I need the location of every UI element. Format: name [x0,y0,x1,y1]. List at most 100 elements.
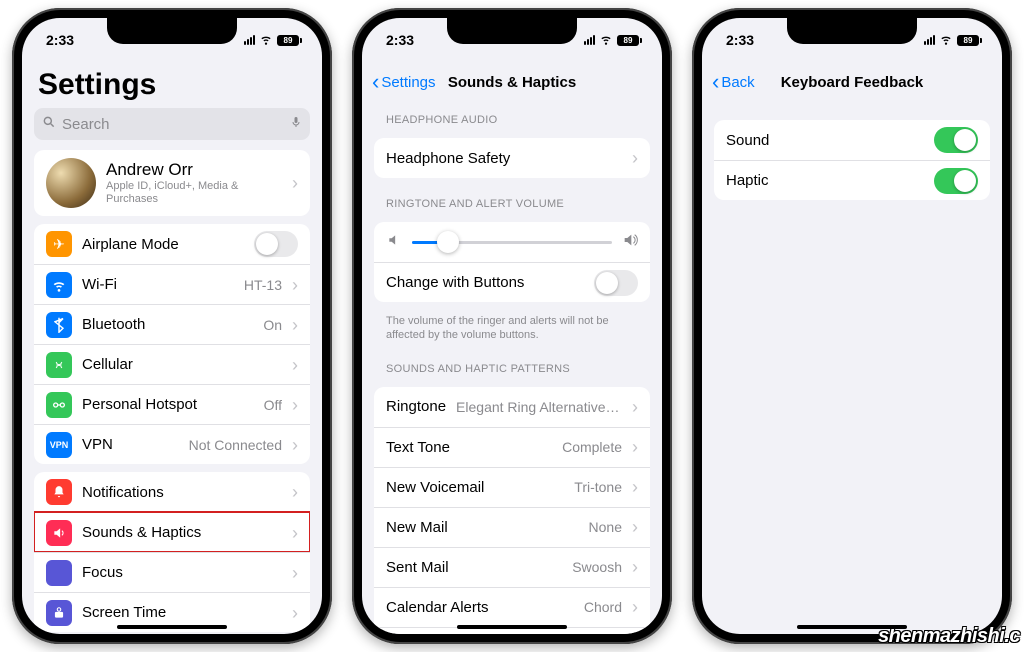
apple-id-row[interactable]: Andrew Orr Apple ID, iCloud+, Media & Pu… [34,150,310,216]
home-indicator[interactable] [117,625,227,629]
battery-icon: 89 [277,35,302,46]
voicemail-value: Tri-tone [494,479,622,495]
sentmail-value: Swoosh [459,559,622,575]
mic-icon[interactable] [290,114,302,134]
chevron-left-icon: ‹ [712,71,719,93]
haptic-toggle[interactable] [934,168,978,194]
row-bluetooth[interactable]: Bluetooth On › [34,304,310,344]
profile-sub: Apple ID, iCloud+, Media & Purchases [106,180,282,206]
row-focus[interactable]: Focus › [34,552,310,592]
ringtone-label: Ringtone [386,398,446,415]
sounds-label: Sounds & Haptics [82,524,201,541]
chevron-right-icon: › [292,483,298,501]
volume-low-icon [386,233,402,251]
row-haptic[interactable]: Haptic [714,160,990,200]
chevron-left-icon: ‹ [372,71,379,93]
cellular-label: Cellular [82,356,133,373]
wifi-settings-icon [46,272,72,298]
cellular-icon [46,352,72,378]
signal-icon [244,35,255,45]
bluetooth-icon [46,312,72,338]
newmail-label: New Mail [386,519,448,536]
voicemail-label: New Voicemail [386,479,484,496]
volume-slider[interactable] [412,241,612,244]
focus-label: Focus [82,564,123,581]
home-indicator[interactable] [797,625,907,629]
back-button[interactable]: ‹ Back [712,71,755,93]
chevron-right-icon: › [292,436,298,454]
chevron-right-icon: › [292,276,298,294]
chevron-right-icon: › [292,604,298,622]
row-text-tone[interactable]: Text Tone Complete › [374,427,650,467]
wifi-icon [259,32,273,49]
row-sounds-haptics[interactable]: Sounds & Haptics › [34,512,310,552]
search-icon [42,115,56,133]
hotspot-label: Personal Hotspot [82,396,197,413]
sounds-icon [46,520,72,546]
calendar-value: Chord [499,599,622,615]
hotspot-value: Off [207,397,282,413]
header-ringtone-volume: RINGTONE AND ALERT VOLUME [362,186,662,214]
haptic-label: Haptic [726,172,769,189]
row-ringtone[interactable]: Ringtone Elegant Ring Alternative / Cle…… [374,387,650,427]
headphone-safety-label: Headphone Safety [386,150,510,167]
chevron-right-icon: › [292,356,298,374]
battery-icon: 89 [617,35,642,46]
row-new-voicemail[interactable]: New Voicemail Tri-tone › [374,467,650,507]
row-airplane-mode[interactable]: ✈ Airplane Mode [34,224,310,264]
row-sent-mail[interactable]: Sent Mail Swoosh › [374,547,650,587]
volume-slider-row[interactable] [374,222,650,262]
row-notifications[interactable]: Notifications › [34,472,310,512]
row-new-mail[interactable]: New Mail None › [374,507,650,547]
airplane-toggle[interactable] [254,231,298,257]
chevron-right-icon: › [632,518,638,536]
phone-settings: 2:33 89 Settings Search [12,8,332,644]
phone-keyboard-feedback: 2:33 89 ‹ Back Keyboard Feedback [692,8,1012,644]
calendar-label: Calendar Alerts [386,599,489,616]
vpn-label: VPN [82,436,113,453]
chevron-right-icon: › [632,478,638,496]
signal-icon [924,35,935,45]
screentime-label: Screen Time [82,604,166,621]
battery-icon: 89 [957,35,982,46]
vpn-value: Not Connected [123,437,282,453]
row-change-with-buttons[interactable]: Change with Buttons [374,262,650,302]
row-headphone-safety[interactable]: Headphone Safety › [374,138,650,178]
airplane-icon: ✈ [46,231,72,257]
change-buttons-toggle[interactable] [594,270,638,296]
search-input[interactable]: Search [34,108,310,140]
wifi-value: HT-13 [127,277,282,293]
chevron-right-icon: › [632,398,638,416]
texttone-label: Text Tone [386,439,450,456]
profile-name: Andrew Orr [106,160,282,180]
header-headphone-audio: HEADPHONE AUDIO [362,102,662,130]
sound-toggle[interactable] [934,127,978,153]
row-sound[interactable]: Sound [714,120,990,160]
row-wifi[interactable]: Wi-Fi HT-13 › [34,264,310,304]
focus-icon [46,560,72,586]
chevron-right-icon: › [632,598,638,616]
chevron-right-icon: › [292,396,298,414]
sound-label: Sound [726,132,769,149]
back-label: Back [721,74,754,91]
phone-sounds-haptics: 2:33 89 ‹ Settings Sounds & Haptics HEAD… [352,8,672,644]
row-vpn[interactable]: VPN VPN Not Connected › [34,424,310,464]
header-sound-patterns: SOUNDS AND HAPTIC PATTERNS [362,351,662,379]
wifi-icon [939,32,953,49]
signal-icon [584,35,595,45]
screentime-icon [46,600,72,626]
wifi-icon [599,32,613,49]
row-cellular[interactable]: Cellular › [34,344,310,384]
bluetooth-value: On [155,317,282,333]
change-buttons-label: Change with Buttons [386,274,524,291]
volume-high-icon [622,232,638,252]
notifications-icon [46,479,72,505]
home-indicator[interactable] [457,625,567,629]
page-title: Settings [22,62,322,108]
row-hotspot[interactable]: Personal Hotspot Off › [34,384,310,424]
back-button[interactable]: ‹ Settings [372,71,436,93]
row-calendar-alerts[interactable]: Calendar Alerts Chord › [374,587,650,627]
chevron-right-icon: › [292,564,298,582]
bluetooth-label: Bluetooth [82,316,145,333]
notch [107,18,237,44]
